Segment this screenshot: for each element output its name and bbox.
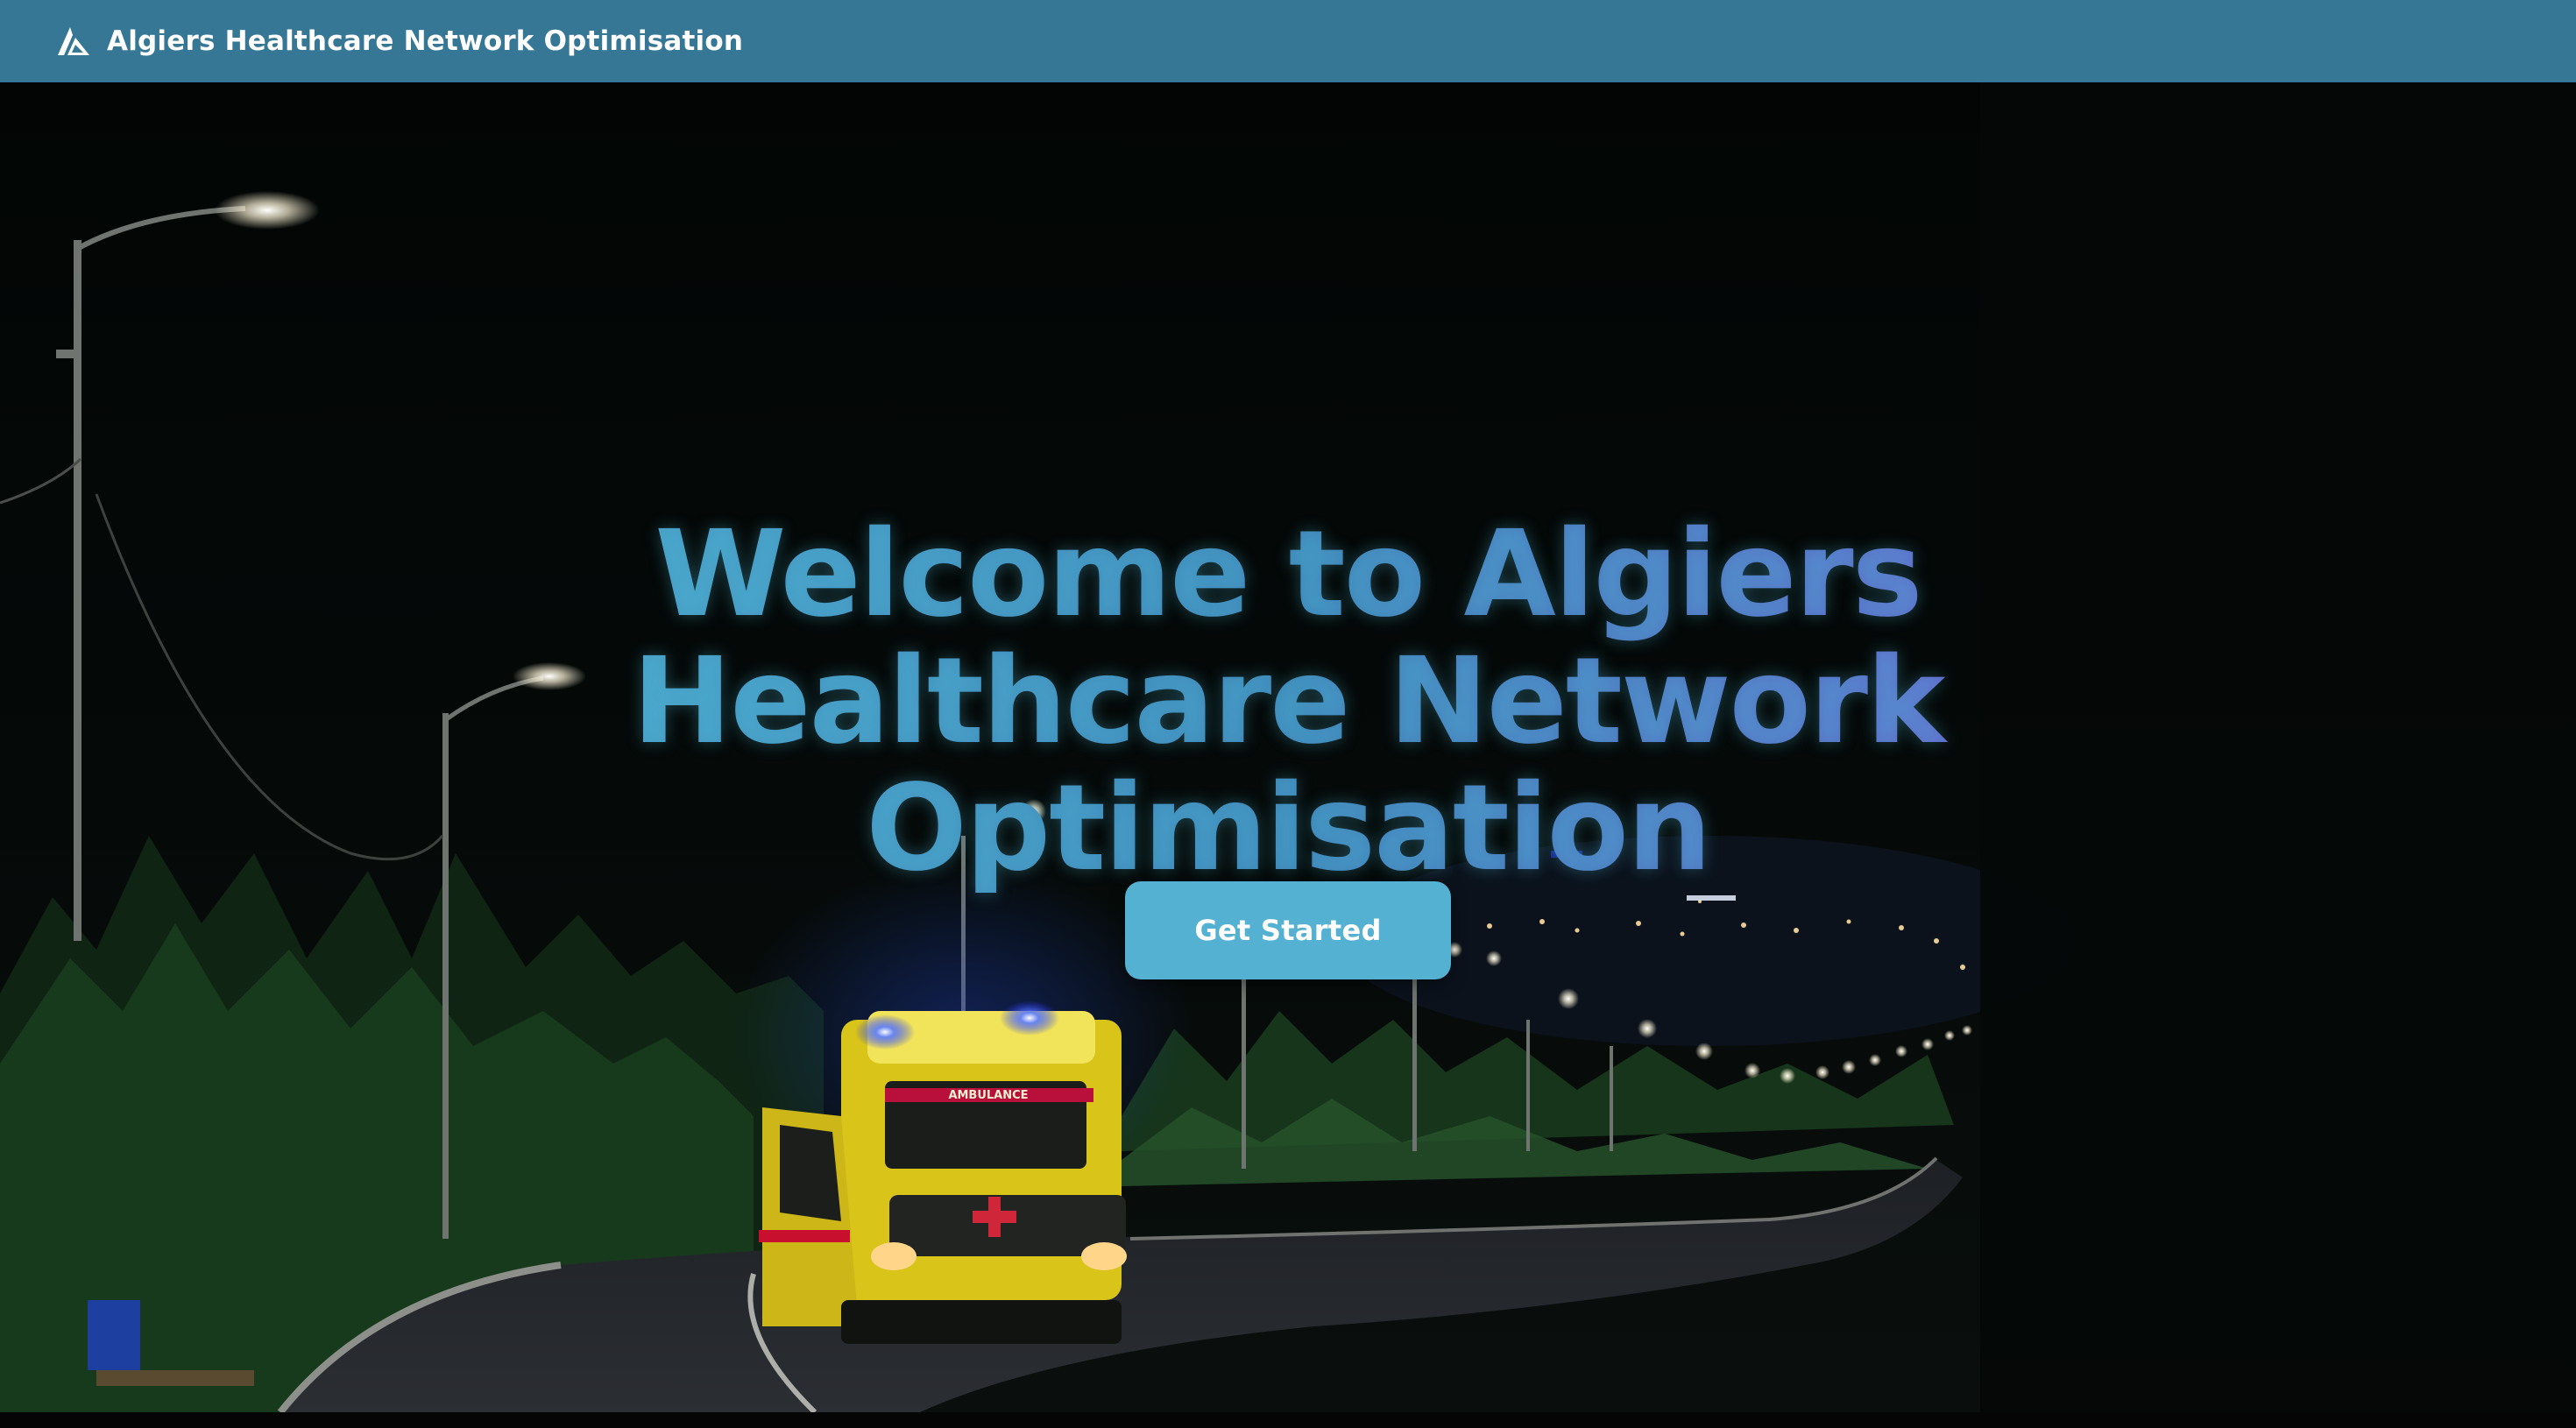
hero-section: AMBULANCE Welcome to Algiers Healthcare …: [0, 82, 2576, 1412]
brand-title[interactable]: Algiers Healthcare Network Optimisation: [107, 25, 743, 57]
bottom-edge: [0, 1412, 2576, 1428]
get-started-button[interactable]: Get Started: [1125, 881, 1451, 979]
ambulance-label: AMBULANCE: [948, 1089, 1028, 1102]
page: Algiers Healthcare Network Optimisation: [0, 0, 2576, 1428]
top-navbar: Algiers Healthcare Network Optimisation: [0, 0, 2576, 82]
hero-title: Welcome to Algiers Healthcare Network Op…: [0, 512, 2576, 893]
triangle-logo-icon[interactable]: [56, 25, 91, 57]
